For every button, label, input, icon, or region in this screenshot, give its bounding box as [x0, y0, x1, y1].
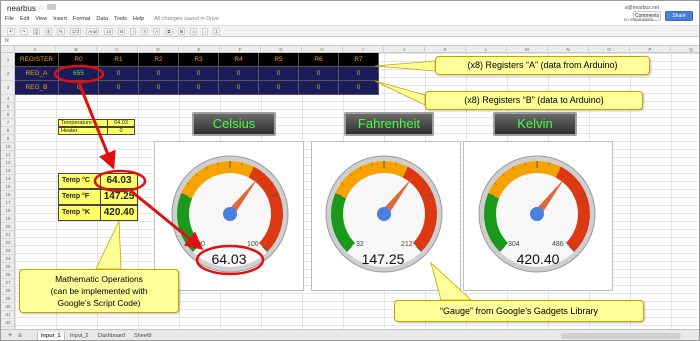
tab-sheet9[interactable]: Sheet9: [131, 332, 154, 340]
arrow-reg-to-temp: [77, 82, 116, 170]
horizontal-scrollbar[interactable]: [561, 333, 681, 339]
arrow-temp-to-gauge: [130, 189, 204, 250]
celsius-gauge-highlight: [195, 244, 265, 276]
spreadsheet-window: nearbus ☆ File Edit View Insert Format D…: [0, 0, 700, 341]
gauge-callout-pointer: [430, 261, 473, 301]
annotation-layer: [53, 60, 473, 301]
reg-a-highlight: [53, 64, 105, 84]
reg-a-callout-pointer: [374, 60, 436, 72]
temp-c-highlight: [93, 169, 147, 193]
tab-input-2[interactable]: Input_2: [67, 332, 91, 340]
tab-dashboard[interactable]: Dashboard: [95, 332, 128, 340]
reg-b-callout-pointer: [374, 80, 426, 106]
sheet-list-icon[interactable]: ≡: [15, 332, 25, 340]
tab-input-1[interactable]: Input_1: [37, 332, 65, 340]
math-callout-pointer: [95, 220, 122, 270]
add-sheet-icon[interactable]: +: [5, 332, 15, 340]
